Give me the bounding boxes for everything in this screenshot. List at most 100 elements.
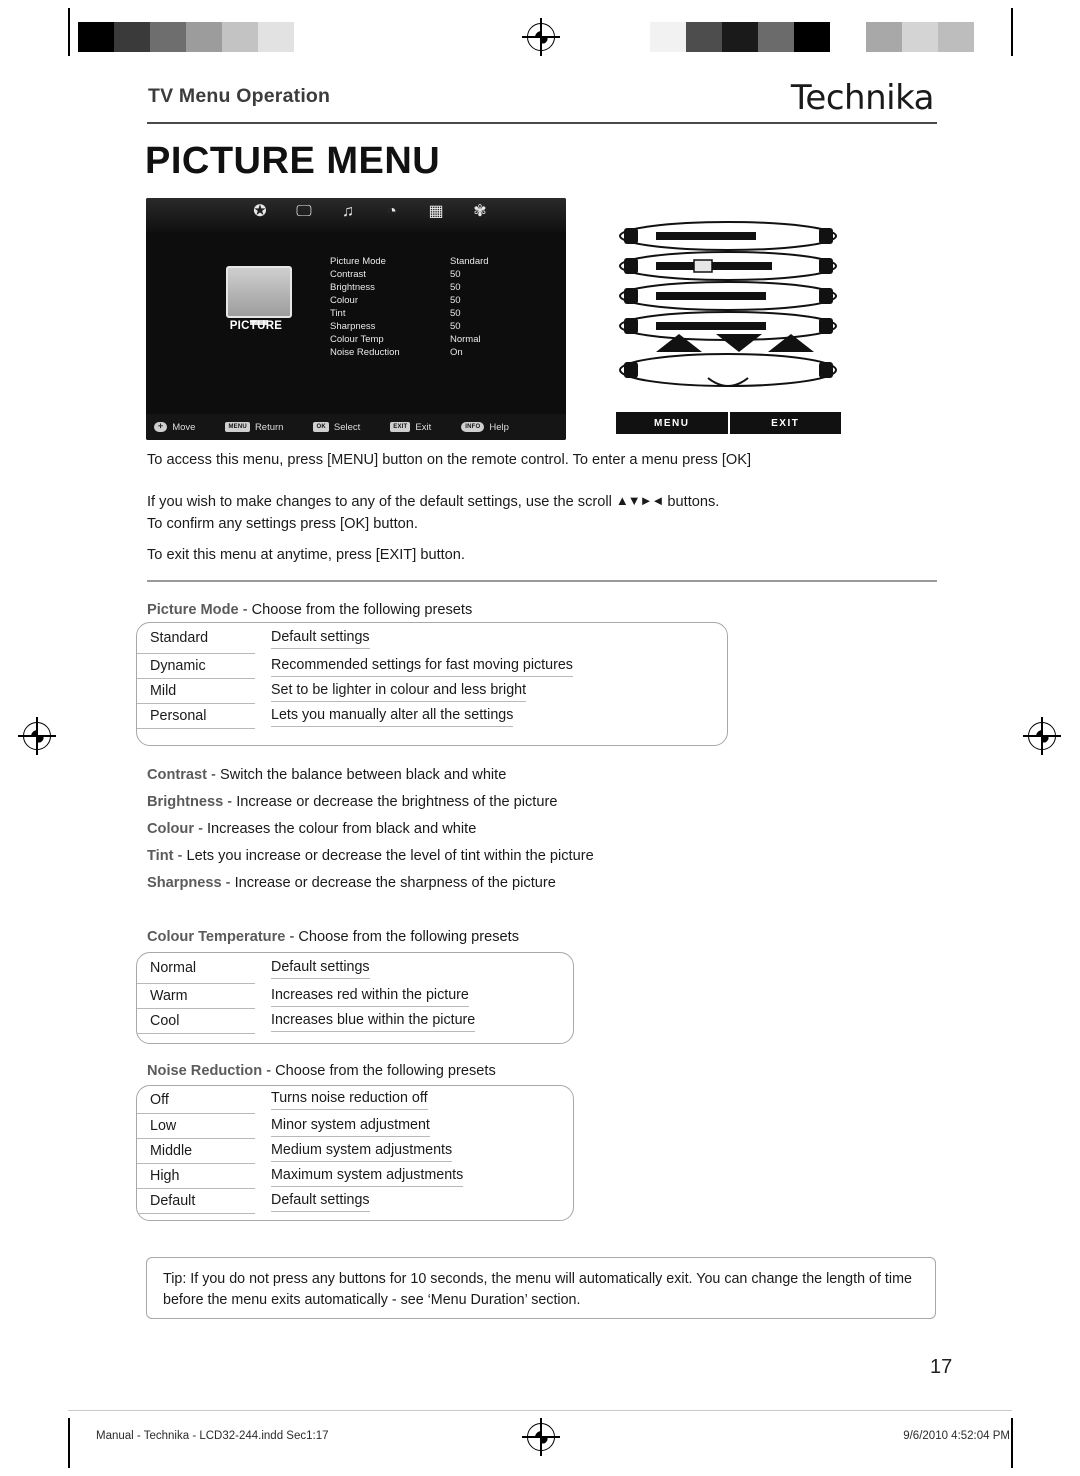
colour-temperature-heading-term: Colour Temperature xyxy=(147,929,286,945)
osd-footer-label: Select xyxy=(333,421,361,433)
osd-row-value: 50 xyxy=(450,308,461,319)
osd-footer-label: Return xyxy=(254,421,284,433)
table-row: Warm Increases red within the picture xyxy=(137,984,573,1009)
remote-exit-button[interactable]: EXIT xyxy=(729,412,841,434)
osd-footer-bar: ✛ Move MENU Return OK Select EXIT Exit I… xyxy=(146,414,566,440)
definition-term: Brightness xyxy=(147,794,224,810)
osd-row-key: Tint xyxy=(330,308,346,319)
table-cell-name: Personal xyxy=(137,704,255,729)
table-cell-desc: Maximum system adjustments xyxy=(255,1164,573,1189)
definition-term: Colour xyxy=(147,821,195,837)
table-cell-desc: Default settings xyxy=(255,1189,573,1214)
section-divider xyxy=(147,580,937,582)
definition-desc: - Increases the colour from black and wh… xyxy=(194,821,477,837)
definition-term: Tint xyxy=(147,848,174,864)
scroll-arrows-icon: ▲▼►◄ xyxy=(615,493,664,508)
instruction-paragraph-3: To exit this menu at anytime, press [EXI… xyxy=(147,547,465,563)
colour-temperature-heading: Colour Temperature - Choose from the fol… xyxy=(147,929,519,945)
colour-temperature-heading-rest: - Choose from the following presets xyxy=(285,929,520,945)
definition-desc: - Switch the balance between black and w… xyxy=(207,767,507,783)
noise-reduction-table: Off Turns noise reduction off Low Minor … xyxy=(136,1085,574,1221)
table-row: Standard Default settings xyxy=(137,623,727,654)
table-cell-desc: Medium system adjustments xyxy=(255,1139,573,1164)
osd-row: Colour Temp Normal xyxy=(330,333,545,346)
table-cell-desc: Lets you manually alter all the settings xyxy=(255,704,727,729)
table-cell-name: Mild xyxy=(137,679,255,704)
table-cell-desc: Turns noise reduction off xyxy=(255,1086,573,1114)
picture-mode-table: Standard Default settings Dynamic Recomm… xyxy=(136,622,728,746)
osd-row: Noise Reduction On xyxy=(330,346,545,359)
osd-footer-item-help: INFO Help xyxy=(461,422,509,433)
table-cell-desc: Default settings xyxy=(255,623,727,654)
colour-temperature-table: Normal Default settings Warm Increases r… xyxy=(136,952,574,1044)
osd-row-value: On xyxy=(450,347,463,358)
definition-contrast: Contrast - Switch the balance between bl… xyxy=(147,767,506,783)
osd-row-key: Colour xyxy=(330,295,358,306)
osd-row-value: 50 xyxy=(450,295,461,306)
instruction-paragraph-2: If you wish to make changes to any of th… xyxy=(147,491,947,536)
dpad-icon: ✛ xyxy=(154,422,168,432)
tip-box: Tip: If you do not press any buttons for… xyxy=(146,1257,936,1319)
table-cell-desc: Minor system adjustment xyxy=(255,1114,573,1139)
page-number: 17 xyxy=(930,1356,953,1378)
table-cell-desc: Recommended settings for fast moving pic… xyxy=(255,654,727,679)
footer-divider xyxy=(68,1410,1012,1411)
exit-key-chip: EXIT xyxy=(390,422,411,432)
page-title: PICTURE MENU xyxy=(145,140,441,182)
table-row: Cool Increases blue within the picture xyxy=(137,1009,573,1034)
osd-row-value: 50 xyxy=(450,321,461,332)
osd-row: Sharpness 50 xyxy=(330,320,545,333)
osd-footer-label: Exit xyxy=(415,421,432,433)
tv-icon: 🖵 xyxy=(296,203,312,220)
osd-footer-label: Move xyxy=(172,421,196,433)
osd-row-key: Contrast xyxy=(330,269,366,280)
osd-row-key: Picture Mode xyxy=(330,256,386,267)
picture-mode-heading-rest: - Choose from the following presets xyxy=(238,602,473,618)
table-cell-name: Standard xyxy=(137,623,255,654)
table-cell-desc: Increases blue within the picture xyxy=(255,1009,573,1034)
osd-footer-item-exit: EXIT Exit xyxy=(390,422,431,433)
osd-row: Colour 50 xyxy=(330,294,545,307)
instruction-paragraph-1: To access this menu, press [MENU] button… xyxy=(147,452,752,468)
tip-line-1: Tip: If you do not press any buttons for… xyxy=(163,1271,823,1287)
definition-tint: Tint - Lets you increase or decrease the… xyxy=(147,848,594,864)
osd-row: Tint 50 xyxy=(330,307,545,320)
table-cell-name: High xyxy=(137,1164,255,1189)
definition-desc: - Increase or decrease the brightness of… xyxy=(223,794,558,810)
definition-sharpness: Sharpness - Increase or decrease the sha… xyxy=(147,875,556,891)
noise-reduction-heading-term: Noise Reduction xyxy=(147,1063,263,1079)
picture-mode-heading: Picture Mode - Choose from the following… xyxy=(147,602,472,618)
osd-row: Brightness 50 xyxy=(330,281,545,294)
info-key-chip: INFO xyxy=(461,422,485,432)
table-row: Normal Default settings xyxy=(137,953,573,984)
table-cell-name: Off xyxy=(137,1086,255,1114)
osd-settings-list: Picture Mode Standard Contrast 50 Bright… xyxy=(330,255,545,359)
osd-row: Picture Mode Standard xyxy=(330,255,545,268)
table-row: Middle Medium system adjustments xyxy=(137,1139,573,1164)
remote-menu-button[interactable]: MENU xyxy=(616,412,730,434)
definition-term: Sharpness xyxy=(147,875,222,891)
table-row: High Maximum system adjustments xyxy=(137,1164,573,1189)
table-row: Mild Set to be lighter in colour and les… xyxy=(137,679,727,704)
footer-file-info: Manual - Technika - LCD32-244.indd Sec1:… xyxy=(96,1430,329,1442)
instruction-2-text-before: If you wish to make changes to any of th… xyxy=(147,494,612,510)
osd-screenshot: ✪ 🖵 ♫ ◔ ▦ ✾ PICTURE Picture Mode Standar… xyxy=(146,198,566,440)
osd-row-key: Colour Temp xyxy=(330,334,384,345)
definition-desc: - Increase or decrease the sharpness of … xyxy=(221,875,556,891)
music-icon: ♫ xyxy=(342,203,354,220)
osd-footer-item-select: OK Select xyxy=(313,422,360,433)
osd-footer-item-move: ✛ Move xyxy=(154,422,195,433)
table-cell-desc: Increases red within the picture xyxy=(255,984,573,1009)
definition-term: Contrast xyxy=(147,767,207,783)
osd-picture-thumbnail xyxy=(226,266,292,325)
table-cell-desc: Default settings xyxy=(255,953,573,984)
osd-row: Contrast 50 xyxy=(330,268,545,281)
instruction-2-line2: To confirm any settings press [OK] butto… xyxy=(147,515,418,532)
definition-desc: - Lets you increase or decrease the leve… xyxy=(173,848,594,864)
table-cell-name: Low xyxy=(137,1114,255,1139)
table-row: Default Default settings xyxy=(137,1189,573,1214)
sports-icon: ✪ xyxy=(253,203,267,220)
gear-icon: ✾ xyxy=(473,203,487,220)
definition-colour: Colour - Increases the colour from black… xyxy=(147,821,476,837)
table-cell-name: Default xyxy=(137,1189,255,1214)
